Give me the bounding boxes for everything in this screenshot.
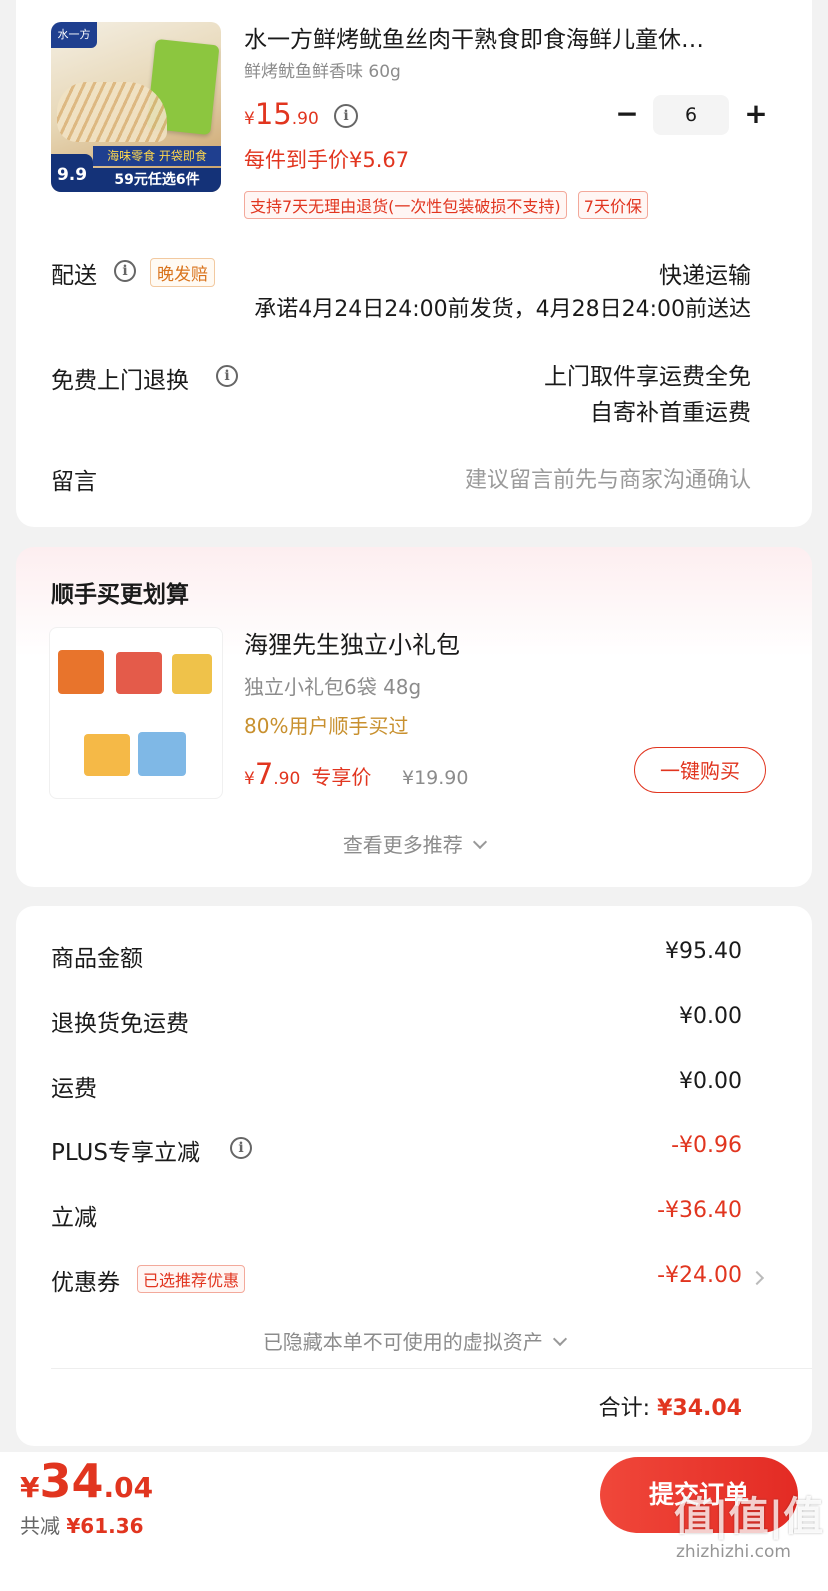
watermark-url: zhizhizhi.com [676,1542,791,1562]
shipping-fee-value: ¥0.00 [679,1069,742,1094]
price-decimal: .90 [273,769,301,789]
image-banner: 海味零食 开袋即食 [93,146,221,166]
return-policy-tag: 支持7天无理由退货(一次性包装破损不支持) [244,191,567,219]
more-recommendations-link[interactable]: 查看更多推荐 [16,829,812,858]
message-input[interactable]: 建议留言前先与商家沟通确认 [465,462,751,494]
product-price: ¥15.90 [244,97,319,131]
instant-discount-value: -¥36.40 [657,1198,742,1223]
saved-value: ¥61.36 [66,1514,144,1538]
summary-divider [51,1368,812,1369]
price-decimal: .90 [291,109,319,129]
currency-symbol: ¥ [20,1471,40,1504]
delivery-info-icon[interactable]: i [114,260,136,282]
footer-total: ¥34.04 [20,1454,153,1508]
brand-logo: 水一方 [51,22,97,48]
hidden-assets-label: 已隐藏本单不可使用的虚拟资产 [262,1330,543,1354]
delivery-promise: 承诺4月24日24:00前发货，4月28日24:00前送达 [254,297,751,322]
watermark: 值|值|值 zhizhizhi.com [668,1484,823,1584]
shipping-fee-label: 运费 [51,1076,97,1102]
hidden-assets-link[interactable]: 已隐藏本单不可使用的虚拟资产 [16,1326,812,1355]
coupon-label[interactable]: 优惠券 [51,1263,120,1297]
plus-discount-info-icon[interactable]: i [230,1137,252,1159]
exclusive-price-label: 专享价 [311,765,372,789]
product-tags: 支持7天无理由退货(一次性包装破损不支持) 7天价保 [244,191,648,219]
coupon-badge: 已选推荐优惠 [137,1265,246,1293]
instant-discount-label: 立减 [51,1205,97,1231]
addon-title[interactable]: 海狸先生独立小礼包 [244,625,460,660]
message-label: 留言 [51,469,97,495]
price-integer: 15 [254,97,292,131]
delivery-label: 配送 [51,263,97,289]
minus-button[interactable]: − [612,95,642,135]
qty-stepper[interactable]: − 6 + [612,95,772,135]
delivery-method[interactable]: 快递运输 [659,256,751,290]
goods-amount-value: ¥95.40 [665,939,742,964]
snack-pack-graphic [116,652,162,694]
price-integer: 7 [254,757,274,791]
plus-button[interactable]: + [740,95,772,135]
addon-image[interactable] [49,627,223,799]
snack-pack-graphic [172,654,212,694]
product-spec[interactable]: 鲜烤鱿鱼鲜香味 60g [244,57,401,82]
snack-pack-graphic [138,732,186,776]
snack-pack-graphic [84,734,130,776]
returns-line2: 自寄补首重运费 [590,400,751,426]
image-price-badge: 9.9 [51,154,93,192]
summary-total-label: 合计: [598,1396,651,1421]
product-image[interactable]: 水一方 海味零食 开袋即食 59元任选6件 9.9 [51,22,221,192]
currency-symbol: ¥ [244,109,255,129]
product-title[interactable]: 水一方鲜烤鱿鱼丝肉干熟食即食海鲜儿童休… [244,20,754,54]
watermark-logo: 值|值|值 [674,1494,824,1540]
more-recommendations-label: 查看更多推荐 [342,833,463,857]
summary-total: 合计: ¥34.04 [599,1390,742,1422]
addon-price: ¥7.90 专享价 [244,757,371,791]
addon-popularity: 80%用户顺手买过 [244,714,409,738]
one-click-buy-button[interactable]: 一键购买 [634,747,766,793]
returns-line1: 上门取件享运费全免 [544,364,751,390]
currency-symbol: ¥ [244,769,255,789]
total-integer: 34 [39,1454,104,1508]
return-shipping-value: ¥0.00 [679,1004,742,1029]
plus-discount-label: PLUS专享立减 [51,1140,200,1166]
image-promo: 59元任选6件 [93,168,221,192]
summary-total-value: ¥34.04 [657,1396,742,1421]
addon-card: 顺手买更划算 海狸先生独立小礼包 独立小礼包6袋 48g 80%用户顺手买过 ¥… [16,547,812,887]
addon-section-title: 顺手买更划算 [51,582,189,608]
coupon-value[interactable]: -¥24.00 [657,1263,742,1288]
footer-saved: 共减 ¥61.36 [20,1510,144,1539]
returns-label: 免费上门退换 [51,368,189,394]
price-protect-tag: 7天价保 [577,191,648,219]
price-info-icon[interactable]: i [334,104,358,128]
unit-price: 每件到手价¥5.67 [244,148,410,172]
total-decimal: .04 [103,1471,154,1504]
return-shipping-label: 退换货免运费 [51,1011,189,1037]
chevron-down-icon [473,834,488,850]
late-delivery-badge: 晚发赔 [150,258,215,287]
snack-pack-graphic [58,650,104,694]
addon-original-price: ¥19.90 [402,767,469,789]
chevron-down-icon [553,1331,568,1347]
qty-value[interactable]: 6 [653,95,729,135]
saved-label: 共减 [20,1514,60,1538]
order-card: 水一方 海味零食 开袋即食 59元任选6件 9.9 水一方鲜烤鱿鱼丝肉干熟食即食… [16,0,812,527]
price-summary-card: 商品金额 ¥95.40 退换货免运费 ¥0.00 运费 ¥0.00 PLUS专享… [16,906,812,1446]
chevron-right-icon[interactable] [749,1270,765,1286]
squid-shreds-graphic [57,82,167,142]
goods-amount-label: 商品金额 [51,946,143,972]
addon-spec: 独立小礼包6袋 48g [244,675,422,699]
plus-discount-value: -¥0.96 [671,1133,742,1158]
returns-info-icon[interactable]: i [216,365,238,387]
